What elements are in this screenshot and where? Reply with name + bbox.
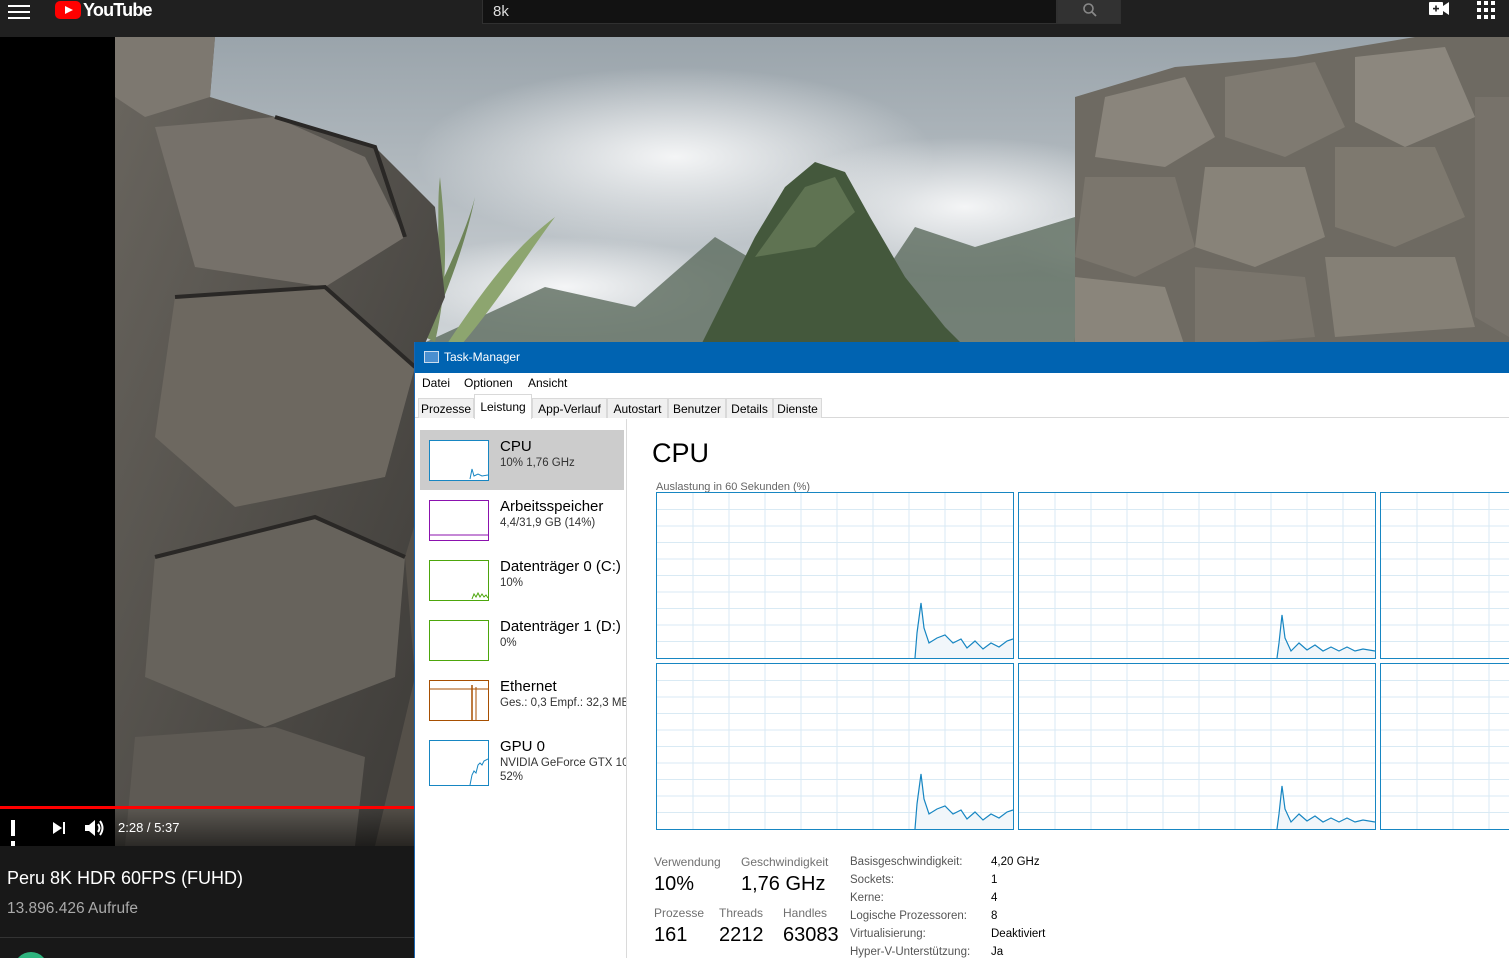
divider [0, 937, 414, 938]
logical-processor-graph [1018, 663, 1376, 830]
sidebar-item-label: Arbeitsspeicher [500, 498, 604, 515]
detail-value: Ja [991, 946, 1004, 958]
detail-value: 8 [991, 910, 998, 922]
youtube-play-icon [55, 1, 81, 19]
desktop: YouTube 8k 2:28 / 5:37 Peru 8K HDR 60FPS… [0, 0, 1509, 958]
sidebar-item-value: 10% [500, 577, 524, 589]
sidebar-item-label: CPU [500, 438, 532, 455]
cpu-thumbnail-graph [429, 440, 489, 481]
sidebar-item-memory[interactable]: Arbeitsspeicher 4,4/31,9 GB (14%) [420, 490, 624, 550]
cpu-usage-area [1277, 786, 1375, 829]
processes-value: 161 [654, 924, 688, 946]
youtube-logo[interactable]: YouTube [55, 0, 153, 20]
sidebar-item-label: Ethernet [500, 678, 557, 695]
usage-value: 10% [654, 873, 695, 895]
menu-bar: Datei Optionen Ansicht [415, 373, 1509, 393]
detail-value: Deaktiviert [991, 928, 1046, 940]
threads-label: Threads [719, 906, 764, 920]
logical-processor-graph [1380, 663, 1509, 830]
sidebar-item-value: 4,4/31,9 GB (14%) [500, 517, 596, 529]
next-video-icon[interactable] [52, 821, 66, 835]
hamburger-menu-icon[interactable] [8, 3, 30, 19]
tab-prozesse[interactable]: Prozesse [418, 398, 474, 418]
video-title: Peru 8K HDR 60FPS (FUHD) [7, 868, 244, 888]
gpu-0-thumbnail-graph [429, 740, 489, 786]
search-icon [1083, 3, 1097, 17]
cpu-usage-area [915, 774, 1013, 829]
threads-value: 2212 [719, 924, 764, 946]
handles-value: 63083 [783, 924, 839, 946]
apps-grid-icon[interactable] [1477, 1, 1495, 19]
task-manager-titlebar[interactable]: Task-Manager [415, 342, 1509, 373]
logical-processor-graph [1380, 492, 1509, 659]
sidebar-item-label: GPU 0 [500, 738, 546, 755]
sidebar-item-value: 0% [500, 637, 517, 649]
sidebar-item-ethernet[interactable]: Ethernet Ges.: 0,3 Empf.: 32,3 MB [420, 670, 627, 730]
detail-label: Sockets: [850, 874, 895, 886]
video-time: 2:28 / 5:37 [118, 820, 180, 835]
youtube-logo-text: YouTube [83, 0, 153, 20]
youtube-header: YouTube [0, 0, 1509, 37]
menu-datei[interactable]: Datei [422, 376, 450, 390]
detail-label: Basisgeschwindigkeit: [850, 856, 963, 868]
performance-sidebar: CPU 10% 1,76 GHz Arbeitsspeicher 4,4/31,… [415, 419, 627, 958]
speed-value: 1,76 GHz [741, 873, 826, 895]
task-manager-icon [424, 351, 439, 363]
tab-benutzer[interactable]: Benutzer [668, 398, 726, 418]
tab-leistung[interactable]: Leistung [474, 394, 532, 419]
logical-processor-graph [656, 492, 1014, 659]
detail-label: Virtualisierung: [850, 928, 926, 940]
video-progress-bar[interactable] [0, 806, 414, 809]
detail-value: 4,20 GHz [991, 856, 1040, 868]
menu-ansicht[interactable]: Ansicht [528, 376, 567, 390]
memory-thumbnail-graph [429, 500, 489, 541]
tab-dienste[interactable]: Dienste [773, 398, 822, 418]
usage-label: Verwendung [654, 855, 721, 869]
logical-processor-graph [1018, 492, 1376, 659]
sidebar-item-disk-1[interactable]: Datenträger 1 (D:) 0% [420, 610, 624, 670]
sidebar-item-value-2: 52% [500, 771, 524, 783]
tab-autostart[interactable]: Autostart [607, 398, 668, 418]
video-views: 13.896.426 Aufrufe [7, 900, 139, 917]
cpu-usage-area [915, 603, 1013, 658]
cpu-detail-panel: CPU Auslastung in 60 Sekunden (%) Verwen… [628, 419, 1509, 958]
page-title: CPU [652, 438, 710, 468]
detail-label: Logische Prozessoren: [850, 910, 967, 922]
sidebar-item-label: Datenträger 0 (C:) [500, 558, 621, 575]
sidebar-item-label: Datenträger 1 (D:) [500, 618, 621, 635]
task-manager-window: Task-Manager Datei Optionen Ansicht Proz… [414, 342, 1509, 958]
sidebar-item-value: NVIDIA GeForce GTX 10 [500, 757, 627, 769]
pause-icon[interactable] [11, 820, 25, 857]
handles-label: Handles [783, 906, 828, 920]
ethernet-thumbnail-graph [429, 680, 489, 721]
volume-icon[interactable] [84, 818, 106, 838]
detail-label: Kerne: [850, 892, 884, 904]
tab-bar: Prozesse Leistung App-Verlauf Autostart … [415, 394, 1509, 419]
detail-value: 4 [991, 892, 998, 904]
upload-video-icon[interactable] [1428, 0, 1450, 23]
sidebar-item-gpu-0[interactable]: GPU 0 NVIDIA GeForce GTX 10 52% [420, 730, 627, 790]
speed-label: Geschwindigkeit [741, 855, 829, 869]
sidebar-item-cpu[interactable]: CPU 10% 1,76 GHz [420, 430, 624, 490]
sidebar-item-disk-0[interactable]: Datenträger 0 (C:) 10% [420, 550, 624, 610]
search-input[interactable] [482, 0, 1057, 24]
disk-0-thumbnail-graph [429, 560, 489, 601]
menu-optionen[interactable]: Optionen [464, 376, 513, 390]
sidebar-item-value: 10% 1,76 GHz [500, 457, 575, 469]
detail-value: 1 [991, 874, 998, 886]
tab-details[interactable]: Details [726, 398, 773, 418]
disk-1-thumbnail-graph [429, 620, 489, 661]
window-title: Task-Manager [444, 350, 521, 364]
tab-app-verlauf[interactable]: App-Verlauf [532, 398, 607, 418]
sidebar-item-value: Ges.: 0,3 Empf.: 32,3 MB [500, 697, 627, 709]
logical-processor-graph [656, 663, 1014, 830]
cpu-usage-area [1277, 615, 1375, 658]
processes-label: Prozesse [654, 906, 705, 920]
detail-label: Hyper-V-Unterstützung: [850, 946, 971, 958]
search-button[interactable] [1057, 0, 1121, 24]
